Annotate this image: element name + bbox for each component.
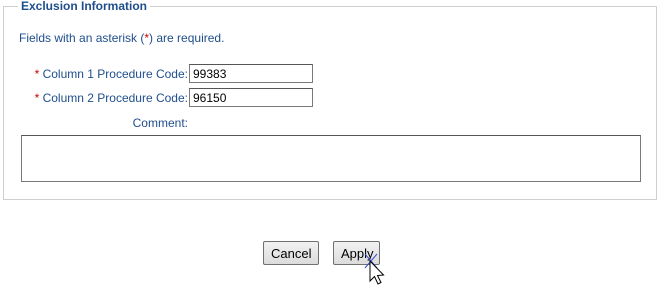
comment-label: Comment:	[132, 116, 188, 130]
column2-label-text: Column 2 Procedure Code:	[42, 91, 188, 105]
required-asterisk: *	[34, 91, 40, 105]
column1-label-text: Column 1 Procedure Code:	[42, 67, 188, 81]
required-asterisk: *	[34, 67, 40, 81]
required-fields-note: Fields with an asterisk (*) are required…	[19, 31, 224, 45]
required-note-prefix: Fields with an asterisk (	[19, 31, 145, 45]
fieldset-legend: Exclusion Information	[18, 0, 151, 13]
column1-procedure-code-label: * Column 1 Procedure Code:	[35, 67, 188, 81]
cancel-button[interactable]: Cancel	[263, 241, 319, 265]
apply-button[interactable]: Apply	[333, 241, 380, 265]
column2-procedure-code-label: * Column 2 Procedure Code:	[35, 91, 188, 105]
exclusion-form-page: Exclusion Information Fields with an ast…	[0, 0, 662, 288]
column2-procedure-code-input[interactable]	[189, 88, 313, 107]
required-note-suffix: ) are required.	[149, 31, 225, 45]
column1-procedure-code-input[interactable]	[189, 64, 313, 83]
comment-textarea[interactable]	[21, 135, 641, 182]
